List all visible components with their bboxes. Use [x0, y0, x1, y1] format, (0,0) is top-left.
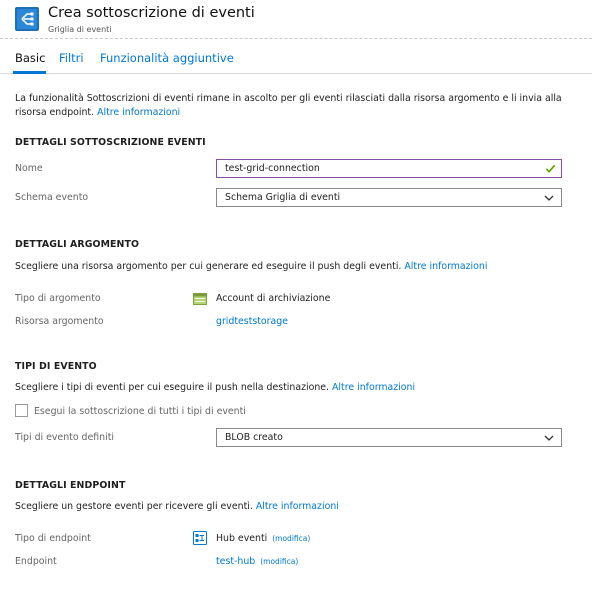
endpoint-type-value: Hub eventi: [216, 533, 268, 544]
header-divider: [0, 38, 592, 39]
topic-type-label: Tipo di argomento: [15, 293, 101, 304]
chevron-down-icon: [544, 195, 554, 201]
intro-text: La funzionalità Sottoscrizioni di eventi…: [15, 92, 575, 120]
endpoint-description: Scegliere un gestore eventi per ricevere…: [15, 501, 339, 512]
endpoint-link[interactable]: test-hub: [216, 556, 255, 567]
endpoint-edit-link[interactable]: (modifica): [260, 557, 298, 566]
endpoint-details-heading: DETTAGLI ENDPOINT: [15, 480, 126, 491]
topic-type-value: Account di archiviazione: [216, 293, 331, 304]
event-types-description-text: Scegliere i tipi di eventi per cui esegu…: [15, 382, 333, 393]
schema-select[interactable]: Schema Griglia di eventi: [216, 188, 562, 207]
schema-label: Schema evento: [15, 192, 89, 203]
topic-resource-label: Risorsa argomento: [15, 316, 104, 327]
event-types-learn-more-link[interactable]: Altre informazioni: [332, 382, 415, 393]
event-grid-icon: [15, 7, 39, 31]
event-hub-icon: [193, 531, 207, 545]
endpoint-type-value-row: Hub eventi (modifica): [216, 533, 310, 544]
defined-event-types-label: Tipi di evento definiti: [15, 432, 114, 443]
blade-header: Crea sottoscrizione di eventi Griglia di…: [0, 0, 592, 39]
chevron-down-icon: [544, 435, 554, 441]
topic-resource-link[interactable]: gridteststorage: [216, 316, 288, 327]
topic-description-text: Scegliere una risorsa argomento per cui …: [15, 261, 405, 272]
name-label: Nome: [15, 163, 43, 174]
all-event-types-checkbox[interactable]: [15, 404, 28, 417]
endpoint-description-text: Scegliere un gestore eventi per ricevere…: [15, 501, 256, 512]
page-title: Crea sottoscrizione di eventi: [48, 5, 255, 21]
endpoint-label: Endpoint: [15, 556, 57, 567]
valid-check-icon: [545, 164, 556, 173]
storage-account-icon: [193, 293, 207, 305]
defined-event-types-select[interactable]: BLOB creato: [216, 428, 562, 447]
name-input-value: test-grid-connection: [225, 163, 320, 174]
endpoint-value-row: test-hub (modifica): [216, 556, 298, 567]
tab-funzionalita-aggiuntive[interactable]: Funzionalità aggiuntive: [100, 51, 234, 65]
event-types-heading: TIPI DI EVENTO: [15, 361, 97, 372]
intro-learn-more-link[interactable]: Altre informazioni: [97, 107, 180, 118]
schema-select-value: Schema Griglia di eventi: [225, 192, 341, 203]
tab-bar: Basic Filtri Funzionalità aggiuntive: [0, 44, 592, 74]
topic-learn-more-link[interactable]: Altre informazioni: [404, 261, 487, 272]
event-types-description: Scegliere i tipi di eventi per cui esegu…: [15, 382, 415, 393]
topic-details-heading: DETTAGLI ARGOMENTO: [15, 239, 140, 250]
page-subtitle: Griglia di eventi: [48, 25, 112, 34]
defined-event-types-value: BLOB creato: [225, 432, 283, 443]
subscription-details-heading: DETTAGLI SOTTOSCRIZIONE EVENTI: [15, 137, 206, 148]
tab-basic[interactable]: Basic: [15, 51, 45, 65]
endpoint-learn-more-link[interactable]: Altre informazioni: [256, 501, 339, 512]
name-input[interactable]: test-grid-connection: [216, 159, 562, 178]
endpoint-type-label: Tipo di endpoint: [15, 533, 91, 544]
active-tab-indicator: [13, 71, 46, 74]
topic-description: Scegliere una risorsa argomento per cui …: [15, 261, 487, 272]
endpoint-type-edit-link[interactable]: (modifica): [272, 534, 310, 543]
all-event-types-label: Esegui la sottoscrizione di tutti i tipi…: [34, 406, 246, 417]
tab-filtri[interactable]: Filtri: [59, 51, 84, 65]
